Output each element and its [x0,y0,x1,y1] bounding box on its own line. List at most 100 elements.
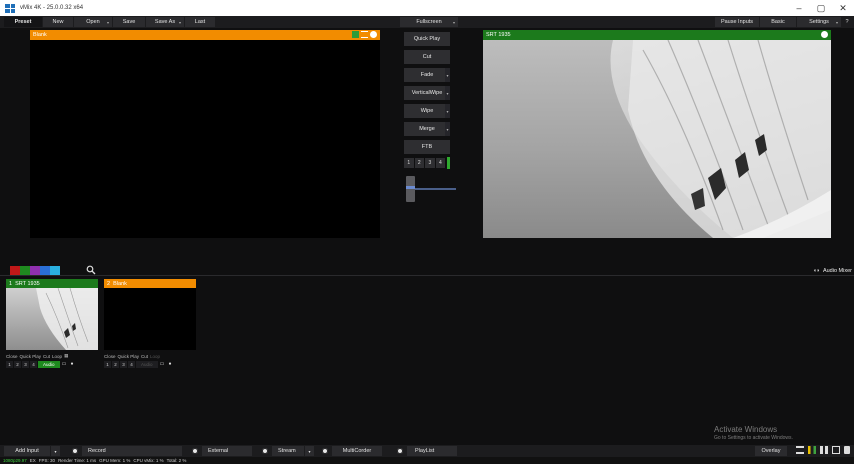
settings-button[interactable]: Settings ▾ [797,17,841,27]
restore-button[interactable]: ▢ [810,0,832,16]
output-video [483,40,831,238]
chevron-down-icon[interactable]: ▾ [107,20,109,25]
color-swatch-cyan[interactable] [50,266,60,275]
gear-icon[interactable]: ● [167,361,174,368]
pause-inputs-button[interactable]: Pause Inputs [715,17,759,27]
merge-button[interactable]: Merge ▾ [404,122,450,136]
preview-panel[interactable]: Blank [30,30,380,238]
cut-button[interactable]: Cut [404,50,450,64]
input-2-overlay-2[interactable]: 2 [112,360,119,368]
chevron-down-icon[interactable]: ▾ [445,68,450,82]
t-bar-handle[interactable] [406,176,415,202]
input-2-quick-play-button[interactable]: Quick Play [118,354,140,359]
new-button[interactable]: New [43,17,73,27]
input-tile-2[interactable]: 2 Blank Close Quick Play Cut Loop 1 2 3 … [104,279,196,368]
playlist-button[interactable]: PlayList [407,446,457,456]
chevron-down-icon[interactable]: ▾ [445,104,450,118]
input-2-audio-button[interactable]: Audio [136,360,158,368]
input-1-thumbnail[interactable] [6,288,98,350]
input-2-overlay-3[interactable]: 3 [120,360,127,368]
multicorder-settings-gear-icon[interactable] [320,446,330,456]
stream-button[interactable]: Stream [272,446,304,456]
quick-play-button[interactable]: Quick Play [404,32,450,46]
input-1-cut-button[interactable]: Cut [43,354,50,359]
grid-icon[interactable] [820,446,828,454]
chevron-down-icon[interactable]: ▾ [453,20,455,25]
input-1-settings-icon[interactable]: ▦ [64,353,68,359]
gear-icon[interactable]: ● [69,361,76,368]
gear-icon[interactable] [370,31,377,38]
window-icon[interactable] [832,446,840,454]
transition-4-button[interactable]: 4 [435,158,446,168]
record-button[interactable]: Record [82,446,182,456]
add-input-button[interactable]: Add Input [4,446,50,456]
basic-button[interactable]: Basic [760,17,796,27]
add-input-chevron-down-icon[interactable]: ▾ [51,446,60,456]
multiview-icon[interactable] [352,31,359,38]
list-view-icon[interactable] [796,446,804,454]
save-as-button[interactable]: Save As ▾ [146,17,184,27]
input-1-close-button[interactable]: Close [6,354,18,359]
list-icon[interactable] [361,31,368,38]
input-1-number: 1 [9,280,13,287]
input-2-close-button[interactable]: Close [104,354,116,359]
audio-mixer-button[interactable]: ◖◗ Audio Mixer [813,268,852,274]
input-1-overlay-1[interactable]: 1 [6,360,13,368]
input-2-overlay-4[interactable]: 4 [128,360,135,368]
gear-icon[interactable] [821,31,828,38]
monitor-icon[interactable]: ▭ [61,361,68,368]
stream-chevron-down-icon[interactable]: ▾ [305,446,314,456]
input-2-header[interactable]: 2 Blank [104,279,196,288]
chevron-down-icon[interactable]: ▾ [445,122,450,136]
chevron-down-icon[interactable]: ▾ [836,20,838,25]
transition-2-button[interactable]: 2 [414,158,425,168]
wipe-button[interactable]: Wipe ▾ [404,104,450,118]
level-meter-icon[interactable] [808,446,816,454]
input-1-overlay-2[interactable]: 2 [14,360,21,368]
color-swatch-purple[interactable] [30,266,40,275]
input-2-overlay-1[interactable]: 1 [104,360,111,368]
input-1-overlay-3[interactable]: 3 [22,360,29,368]
vertical-wipe-button[interactable]: VerticalWipe ▾ [404,86,450,100]
record-settings-gear-icon[interactable] [70,446,80,456]
chevron-down-icon[interactable]: ▾ [445,86,450,100]
minimize-button[interactable]: – [788,0,810,16]
search-icon[interactable] [86,265,96,275]
color-swatch-blue[interactable] [40,266,50,275]
monitor-icon[interactable]: ▭ [159,361,166,368]
playlist-settings-gear-icon[interactable] [395,446,405,456]
ftb-button[interactable]: FTB [404,140,450,154]
input-1-loop-button[interactable]: Loop [52,354,62,359]
input-1-audio-button[interactable]: Audio [38,360,60,368]
color-swatch-red[interactable] [10,266,20,275]
overlay-button[interactable]: Overlay [755,446,787,456]
external-button[interactable]: External [202,446,252,456]
last-button[interactable]: Last [185,17,215,27]
help-button[interactable]: ? [842,17,852,27]
transition-1-button[interactable]: 1 [404,158,414,168]
close-button[interactable]: ✕ [832,0,854,16]
color-swatch-green[interactable] [20,266,30,275]
t-bar[interactable] [404,174,456,204]
fade-button[interactable]: Fade ▾ [404,68,450,82]
transition-3-button[interactable]: 3 [425,158,435,168]
input-1-overlay-4[interactable]: 4 [30,360,37,368]
output-panel[interactable]: SRT 1935 [483,30,831,238]
input-1-quick-play-button[interactable]: Quick Play [20,354,42,359]
input-2-cut-button[interactable]: Cut [141,354,148,359]
save-button[interactable]: Save [113,17,145,27]
status-ex: EX [29,458,36,463]
stream-settings-gear-icon[interactable] [260,446,270,456]
input-tile-1[interactable]: 1 SRT 1935 Close Quick Play Cut Loop ▦ 1… [6,279,98,368]
fullscreen-button[interactable]: Fullscreen ▾ [400,17,458,27]
input-2-loop-button[interactable]: Loop [150,354,160,359]
lock-icon[interactable] [844,446,850,454]
color-filter-strip [10,266,60,275]
open-button[interactable]: Open ▾ [74,17,112,27]
multicorder-button[interactable]: MultiCorder [332,446,382,456]
chevron-down-icon[interactable]: ▾ [179,20,181,25]
external-settings-gear-icon[interactable] [190,446,200,456]
input-1-header[interactable]: 1 SRT 1935 [6,279,98,288]
preset-button[interactable]: Preset [4,17,42,27]
input-2-thumbnail[interactable] [104,288,196,350]
